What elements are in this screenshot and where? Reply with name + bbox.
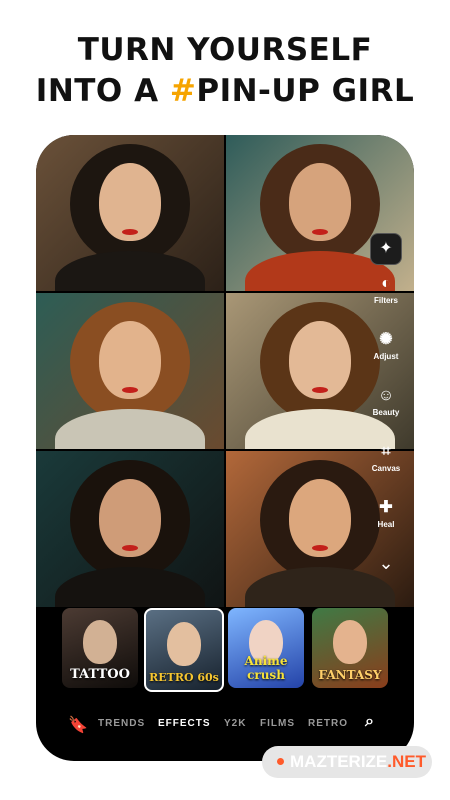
effect-anime-crush[interactable]: Anime crush bbox=[228, 608, 304, 688]
tool-adjust[interactable]: ✺ Adjust bbox=[364, 331, 408, 381]
tab-films[interactable]: FILMS bbox=[260, 718, 295, 729]
watermark-suffix: .NET bbox=[387, 752, 427, 771]
headline-line-1: TURN YOURSELF bbox=[77, 32, 373, 68]
headline-line-2: INTO A #PIN-UP GIRL bbox=[0, 71, 450, 112]
tool-beauty-label: Beauty bbox=[372, 408, 400, 417]
tool-beauty[interactable]: ☺ Beauty bbox=[364, 387, 408, 437]
bookmark-icon[interactable]: 🔖 bbox=[68, 715, 89, 735]
effect-retro-60s-label: RETRO 60s bbox=[149, 671, 219, 684]
photo-grid bbox=[36, 135, 414, 607]
tab-effects[interactable]: EFFECTS bbox=[158, 718, 211, 729]
pinup-photo-3[interactable] bbox=[36, 293, 224, 449]
sparkles-icon[interactable]: ✦ bbox=[370, 233, 402, 265]
tool-canvas[interactable]: ⌗ Canvas bbox=[364, 443, 408, 493]
effect-anime-crush-label: Anime crush bbox=[244, 654, 288, 682]
headline-line-2-end: PIN-UP GIRL bbox=[196, 73, 415, 109]
effect-tattoo[interactable]: TATTOO bbox=[62, 608, 138, 688]
effect-retro-60s[interactable]: RETRO 60s bbox=[144, 608, 224, 692]
heal-icon: ✚ bbox=[379, 499, 393, 516]
tool-canvas-label: Canvas bbox=[371, 464, 401, 473]
effect-fantasy-label: FANTASY bbox=[318, 668, 382, 682]
pinup-photo-5[interactable] bbox=[36, 451, 224, 607]
chevron-down-icon[interactable]: ⌄ bbox=[364, 553, 408, 574]
category-tabs: 🔖 TRENDS EFFECTS Y2K FILMS RETRO ⌕ bbox=[36, 713, 414, 737]
effects-strip: TATTOO RETRO 60s Anime crush FANTASY bbox=[36, 605, 414, 695]
tab-trends[interactable]: TRENDS bbox=[98, 718, 145, 729]
watermark-text: MAZTERIZE bbox=[290, 752, 388, 771]
effect-tattoo-label: TATTOO bbox=[70, 667, 130, 682]
tool-heal[interactable]: ✚ Heal bbox=[364, 499, 408, 549]
canvas-icon: ⌗ bbox=[381, 443, 391, 460]
search-icon[interactable]: ⌕ bbox=[365, 713, 375, 731]
beauty-icon: ☺ bbox=[377, 387, 395, 404]
watermark-dot bbox=[277, 758, 284, 766]
tab-y2k[interactable]: Y2K bbox=[224, 718, 246, 729]
tool-adjust-label: Adjust bbox=[373, 352, 399, 361]
adjust-icon: ✺ bbox=[379, 331, 393, 348]
tool-filters[interactable]: ◐ Filters bbox=[364, 275, 408, 325]
hashtag-symbol: # bbox=[169, 73, 197, 109]
watermark: MAZTERIZE.NET bbox=[262, 746, 432, 778]
filters-icon: ◐ bbox=[381, 275, 391, 292]
effect-fantasy[interactable]: FANTASY bbox=[312, 608, 388, 688]
pinup-photo-1[interactable] bbox=[36, 135, 224, 291]
headline: TURN YOURSELF INTO A #PIN-UP GIRL bbox=[0, 30, 450, 112]
tab-retro[interactable]: RETRO bbox=[308, 718, 348, 729]
phone-screen: ✦ ◐ Filters ✺ Adjust ☺ Beauty ⌗ Canvas ✚… bbox=[36, 135, 414, 761]
headline-line-2-start: INTO A bbox=[35, 73, 170, 109]
tool-rail: ✦ ◐ Filters ✺ Adjust ☺ Beauty ⌗ Canvas ✚… bbox=[364, 233, 408, 574]
tool-filters-label: Filters bbox=[373, 296, 398, 305]
tool-heal-label: Heal bbox=[377, 520, 395, 529]
